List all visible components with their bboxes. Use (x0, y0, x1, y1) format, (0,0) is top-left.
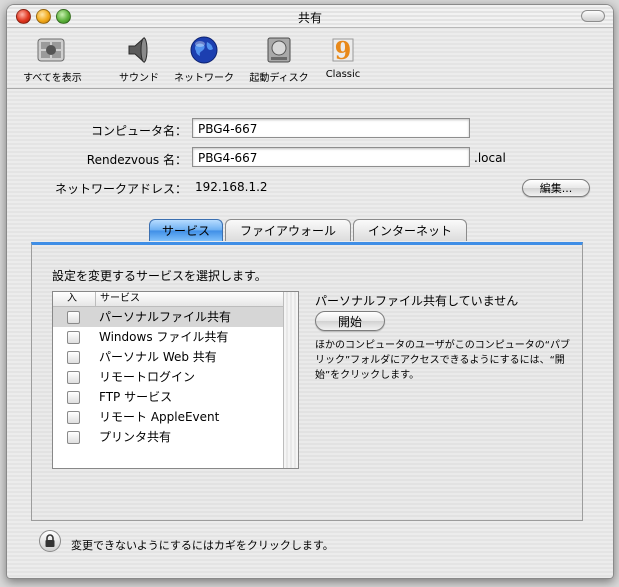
service-label: リモートログイン (99, 370, 196, 384)
list-item[interactable]: FTP サービス (53, 387, 284, 407)
service-label: リモート AppleEvent (99, 410, 220, 424)
column-service-header[interactable]: サービス (95, 292, 140, 306)
list-item[interactable]: プリンタ共有 (53, 427, 284, 447)
list-item[interactable]: Windows ファイル共有 (53, 327, 284, 347)
list-item[interactable]: リモートログイン (53, 367, 284, 387)
list-item[interactable]: パーソナル Web 共有 (53, 347, 284, 367)
lock-icon (45, 534, 55, 547)
service-label: プリンタ共有 (99, 430, 172, 444)
service-label: パーソナル Web 共有 (99, 350, 217, 364)
title-bar[interactable]: 共有 (7, 5, 613, 28)
preferences-window: 共有 すべてを表示 サウンド ネットワーク 起動ディスク 9 Classic コ… (6, 4, 614, 579)
service-checkbox[interactable] (67, 311, 80, 324)
svg-text:9: 9 (335, 36, 352, 65)
list-item[interactable]: リモート AppleEvent (53, 407, 284, 427)
toolbar-label: ネットワーク (174, 73, 234, 84)
column-on-header[interactable]: 入 (67, 292, 77, 306)
toolbar-startup-disk[interactable]: 起動ディスク (246, 34, 312, 84)
network-address-value: 192.168.1.2 (195, 180, 268, 194)
rendezvous-name-field[interactable]: PBG4-667 (192, 147, 470, 167)
toolbar-network[interactable]: ネットワーク (171, 34, 237, 84)
lock-button[interactable] (39, 530, 61, 552)
edit-button[interactable]: 編集... (522, 179, 590, 197)
list-item[interactable]: パーソナルファイル共有 (53, 307, 284, 327)
globe-icon (190, 36, 218, 64)
network-address-label: ネットワークアドレス： (54, 182, 187, 196)
services-list[interactable]: 入 サービス パーソナルファイル共有 Windows ファイル共有 パーソナル … (52, 291, 299, 469)
service-label: Windows ファイル共有 (99, 330, 229, 344)
hard-disk-icon (267, 37, 291, 63)
computer-name-label: コンピュータ名： (90, 124, 187, 138)
toolbar-label: 起動ディスク (249, 73, 309, 84)
toolbar-classic[interactable]: 9 Classic (321, 34, 365, 80)
show-all-icon (37, 38, 65, 62)
service-description: ほかのコンピュータのユーザがこのコンピュータの“パブリック”フォルダにアクセスで… (315, 340, 570, 381)
tab-internet[interactable]: インターネット (353, 219, 467, 241)
lock-hint-text: 変更できないようにするにはカギをクリックします。 (71, 539, 334, 552)
toolbar-label: サウンド (119, 73, 159, 84)
service-label: パーソナルファイル共有 (99, 310, 232, 324)
services-instructions: 設定を変更するサービスを選択します。 (52, 269, 267, 283)
tab-services[interactable]: サービス (149, 219, 223, 241)
service-checkbox[interactable] (67, 431, 80, 444)
service-checkbox[interactable] (67, 351, 80, 364)
service-checkbox[interactable] (67, 331, 80, 344)
computer-name-field[interactable]: PBG4-667 (192, 118, 470, 138)
service-status-text: パーソナルファイル共有していません (315, 294, 519, 308)
toolbar-label: Classic (325, 69, 361, 80)
speaker-icon (128, 36, 148, 64)
toolbar-show-all[interactable]: すべてを表示 (23, 34, 82, 84)
toolbar-sound[interactable]: サウンド (115, 34, 163, 84)
service-checkbox[interactable] (67, 371, 80, 384)
toolbar-label: すべてを表示 (23, 73, 82, 84)
rendezvous-name-label: Rendezvous 名： (86, 153, 187, 167)
rendezvous-suffix: .local (474, 151, 506, 165)
service-label: FTP サービス (99, 390, 173, 404)
list-scrollbar[interactable] (283, 292, 298, 468)
window-title: 共有 (297, 11, 322, 25)
toolbar: すべてを表示 サウンド ネットワーク 起動ディスク 9 Classic (7, 28, 613, 89)
classic-9-icon: 9 (332, 36, 354, 65)
start-button[interactable]: 開始 (315, 311, 385, 331)
services-panel: 設定を変更するサービスを選択します。 入 サービス パーソナルファイル共有 Wi… (31, 242, 583, 521)
service-checkbox[interactable] (67, 391, 80, 404)
tab-firewall[interactable]: ファイアウォール (225, 219, 351, 241)
service-checkbox[interactable] (67, 411, 80, 424)
list-header: 入 サービス (53, 292, 284, 307)
toolbar-toggle-button[interactable] (581, 10, 605, 22)
